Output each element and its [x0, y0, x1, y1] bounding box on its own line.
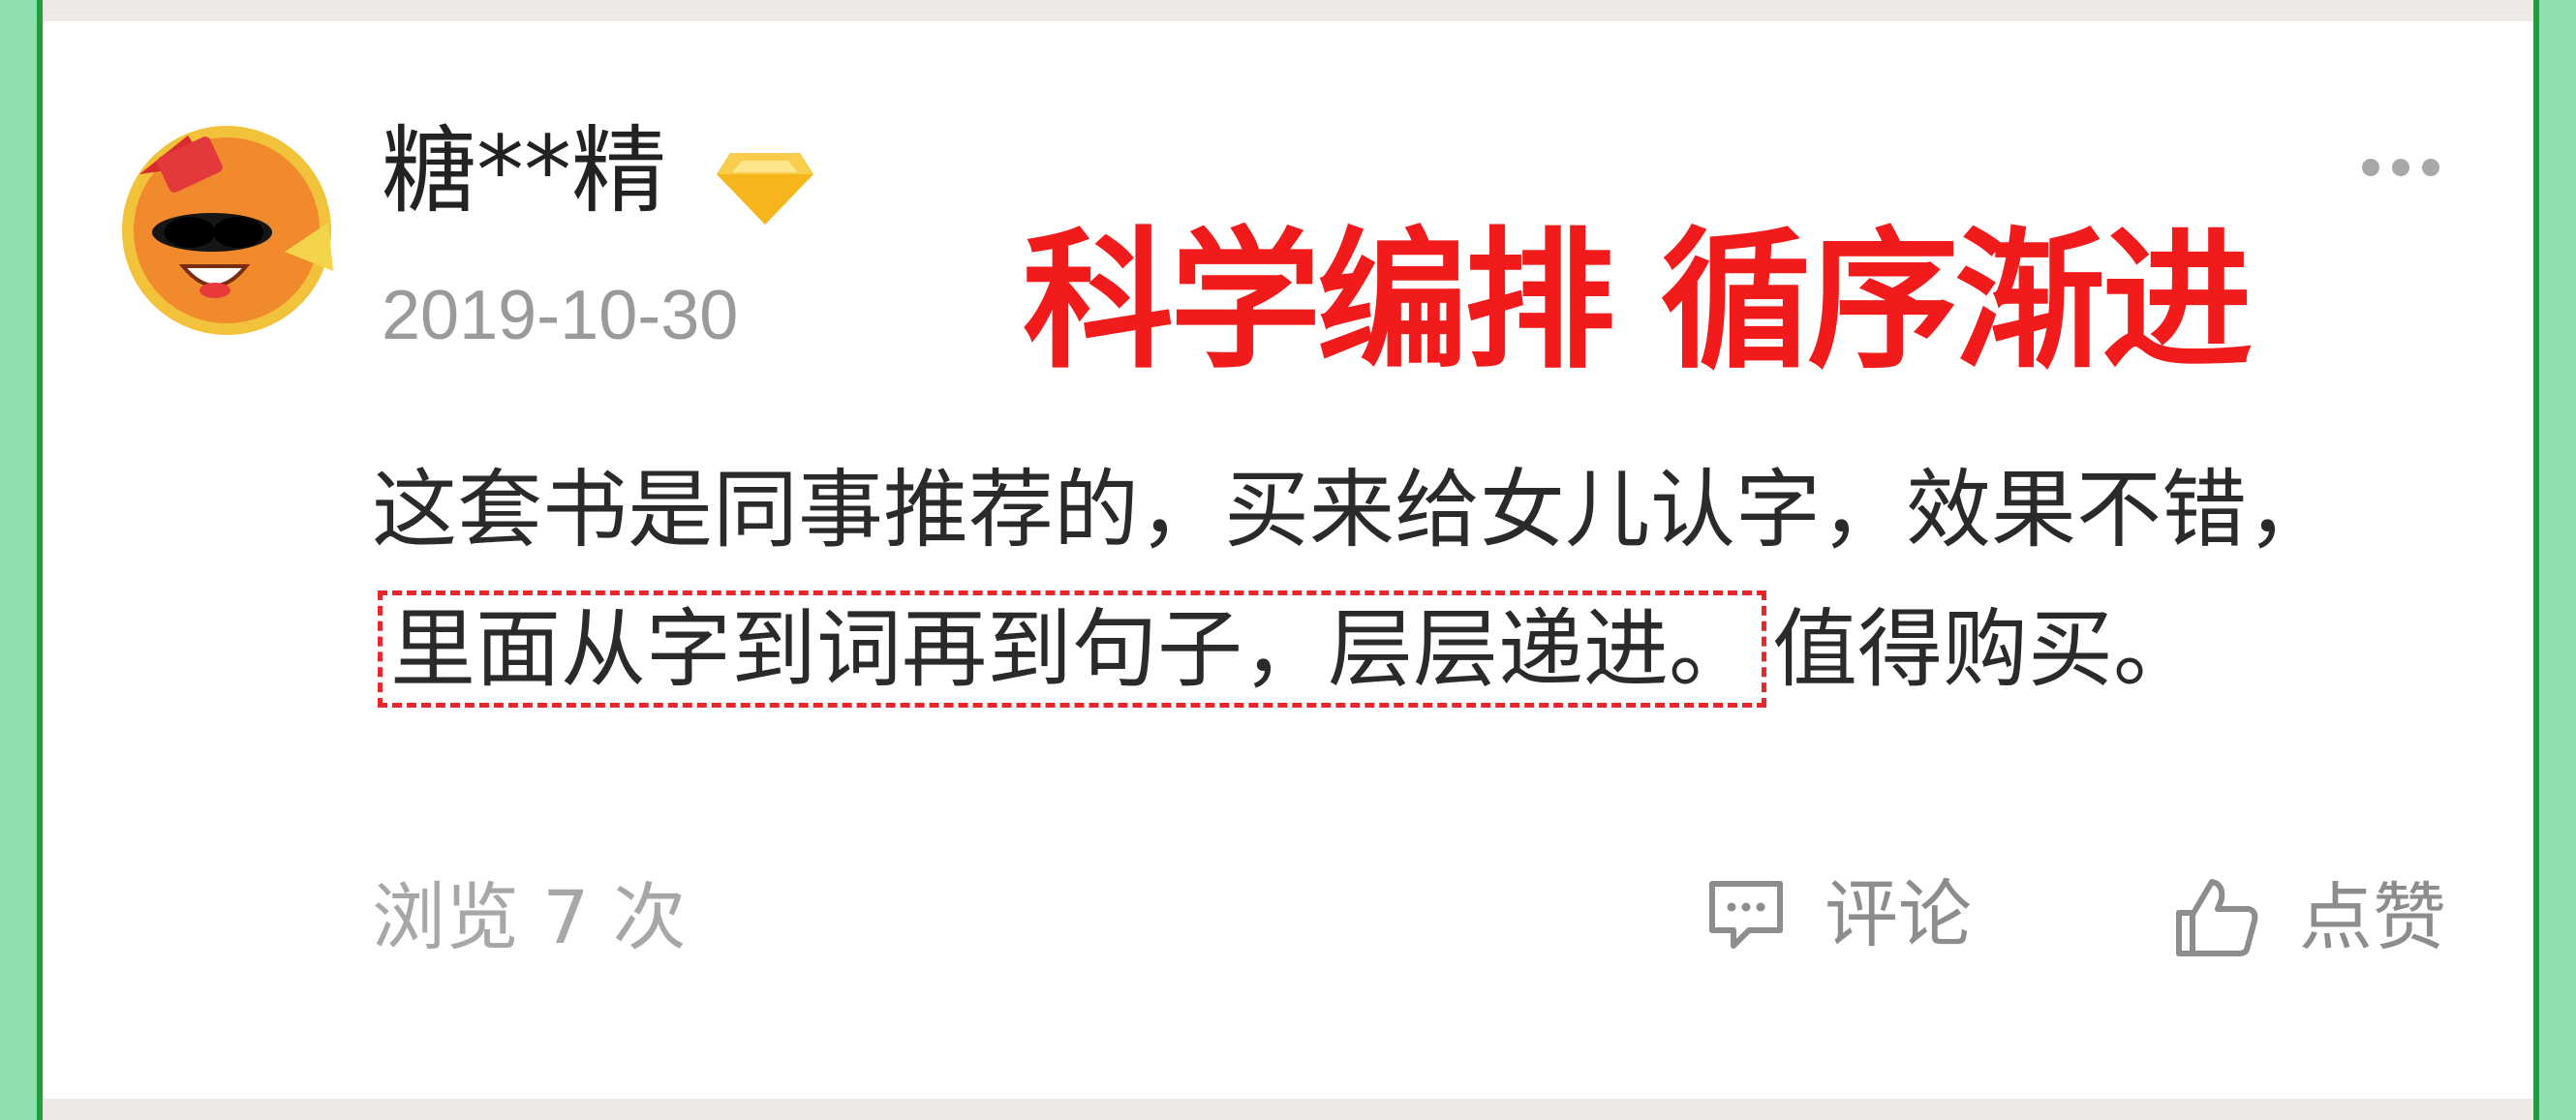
like-button[interactable]: 点赞 [2173, 876, 2446, 959]
card-bottom-separator [43, 1099, 2533, 1120]
comment-label: 评论 [1825, 871, 1972, 957]
username[interactable]: 糖**精 [382, 124, 666, 219]
review-card: 糖**精 2019-10-30 科学编排 循序渐进 这套书是同事推荐的，买来给女… [43, 0, 2533, 1120]
card-top-separator [43, 0, 2533, 21]
like-label: 点赞 [2299, 874, 2446, 960]
thumbs-up-icon [2176, 879, 2258, 956]
comment-icon [1709, 881, 1783, 949]
promo-banner-text: 科学编排 循序渐进 [1023, 213, 2253, 389]
review-text-highlight: 里面从字到词再到句子，层层递进。 [378, 590, 1767, 708]
review-text-start: 这套书是同事推荐的，买来给女儿认字，效果不错， [372, 460, 2333, 560]
view-count: 浏览 7 次 [372, 874, 687, 960]
avatar-icon [122, 126, 333, 335]
post-date: 2019-10-30 [382, 277, 739, 354]
more-dots-icon[interactable] [2357, 153, 2444, 182]
comment-button[interactable]: 评论 [1704, 876, 1972, 954]
review-text: 这套书是同事推荐的，买来给女儿认字，效果不错， 里面从字到词再到句子，层层递进。值… [372, 440, 2386, 719]
frame-line-right [2533, 0, 2539, 1120]
diamond-icon [717, 153, 813, 225]
review-text-end: 值得购买。 [1772, 599, 2199, 699]
user-avatar[interactable] [101, 106, 367, 339]
